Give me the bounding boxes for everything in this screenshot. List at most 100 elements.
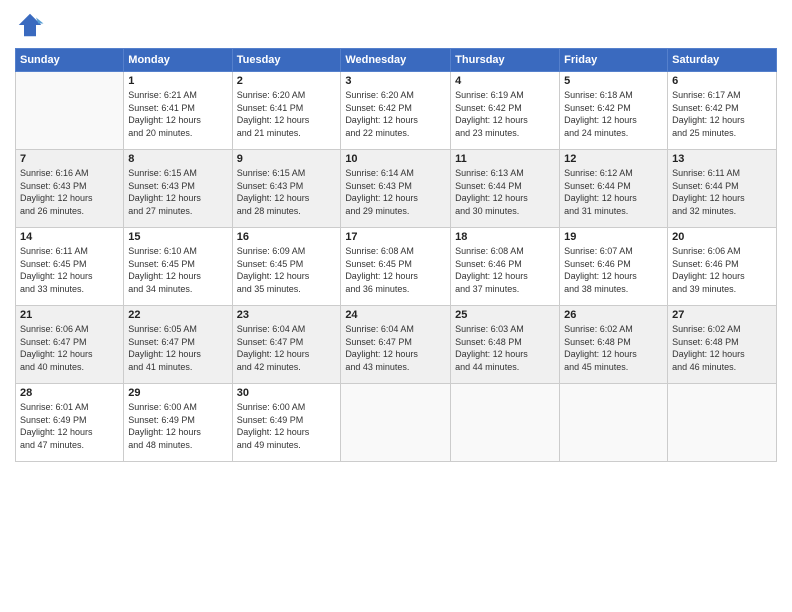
day-number: 16 <box>237 231 337 243</box>
day-info: Sunrise: 6:02 AM Sunset: 6:48 PM Dayligh… <box>672 323 772 373</box>
day-number: 26 <box>564 309 663 321</box>
day-number: 22 <box>128 309 227 321</box>
calendar-cell: 30 Sunrise: 6:00 AM Sunset: 6:49 PM Dayli… <box>232 384 341 462</box>
day-number: 18 <box>455 231 555 243</box>
day-info: Sunrise: 6:21 AM Sunset: 6:41 PM Dayligh… <box>128 89 227 139</box>
day-info: Sunrise: 6:06 AM Sunset: 6:46 PM Dayligh… <box>672 245 772 295</box>
week-row-2: 7Sunrise: 6:16 AM Sunset: 6:43 PM Daylig… <box>16 150 777 228</box>
day-info: Sunrise: 6:07 AM Sunset: 6:46 PM Dayligh… <box>564 245 663 295</box>
day-number: 11 <box>455 153 555 165</box>
day-number: 3 <box>345 75 446 87</box>
day-info: Sunrise: 6:10 AM Sunset: 6:45 PM Dayligh… <box>128 245 227 295</box>
calendar-table: SundayMondayTuesdayWednesdayThursdayFrid… <box>15 48 777 462</box>
day-number: 21 <box>20 309 119 321</box>
calendar-cell: 8 Sunrise: 6:15 AM Sunset: 6:43 PM Daylig… <box>124 150 232 228</box>
day-info: Sunrise: 6:14 AM Sunset: 6:43 PM Dayligh… <box>345 167 446 217</box>
calendar-cell <box>341 384 451 462</box>
day-info: Sunrise: 6:08 AM Sunset: 6:46 PM Dayligh… <box>455 245 555 295</box>
calendar-cell: 22Sunrise: 6:05 AM Sunset: 6:47 PM Dayli… <box>124 306 232 384</box>
day-number: 17 <box>345 231 446 243</box>
calendar-cell: 7Sunrise: 6:16 AM Sunset: 6:43 PM Daylig… <box>16 150 124 228</box>
day-number: 25 <box>455 309 555 321</box>
calendar-cell <box>668 384 777 462</box>
day-number: 29 <box>128 387 227 399</box>
calendar-cell: 11 Sunrise: 6:13 AM Sunset: 6:44 PM Dayli… <box>451 150 560 228</box>
logo <box>15 10 49 40</box>
header-cell-thursday: Thursday <box>451 49 560 72</box>
day-info: Sunrise: 6:04 AM Sunset: 6:47 PM Dayligh… <box>237 323 337 373</box>
calendar-cell: 3 Sunrise: 6:20 AM Sunset: 6:42 PM Daylig… <box>341 72 451 150</box>
day-info: Sunrise: 6:18 AM Sunset: 6:42 PM Dayligh… <box>564 89 663 139</box>
calendar-cell: 27 Sunrise: 6:02 AM Sunset: 6:48 PM Dayli… <box>668 306 777 384</box>
day-number: 6 <box>672 75 772 87</box>
day-number: 27 <box>672 309 772 321</box>
calendar-cell: 15Sunrise: 6:10 AM Sunset: 6:45 PM Dayli… <box>124 228 232 306</box>
calendar-cell: 2 Sunrise: 6:20 AM Sunset: 6:41 PM Daylig… <box>232 72 341 150</box>
calendar-cell: 4 Sunrise: 6:19 AM Sunset: 6:42 PM Daylig… <box>451 72 560 150</box>
calendar-cell: 19 Sunrise: 6:07 AM Sunset: 6:46 PM Dayli… <box>560 228 668 306</box>
week-row-5: 28 Sunrise: 6:01 AM Sunset: 6:49 PM Dayli… <box>16 384 777 462</box>
day-number: 14 <box>20 231 119 243</box>
day-number: 24 <box>345 309 446 321</box>
day-info: Sunrise: 6:09 AM Sunset: 6:45 PM Dayligh… <box>237 245 337 295</box>
header <box>15 10 777 40</box>
day-number: 5 <box>564 75 663 87</box>
day-number: 9 <box>237 153 337 165</box>
calendar-cell: 18 Sunrise: 6:08 AM Sunset: 6:46 PM Dayli… <box>451 228 560 306</box>
week-row-1: 1 Sunrise: 6:21 AM Sunset: 6:41 PM Daylig… <box>16 72 777 150</box>
day-number: 8 <box>128 153 227 165</box>
calendar-cell: 23Sunrise: 6:04 AM Sunset: 6:47 PM Dayli… <box>232 306 341 384</box>
calendar-cell: 1 Sunrise: 6:21 AM Sunset: 6:41 PM Daylig… <box>124 72 232 150</box>
calendar-cell: 6 Sunrise: 6:17 AM Sunset: 6:42 PM Daylig… <box>668 72 777 150</box>
calendar-cell: 9 Sunrise: 6:15 AM Sunset: 6:43 PM Daylig… <box>232 150 341 228</box>
calendar-cell: 20 Sunrise: 6:06 AM Sunset: 6:46 PM Dayli… <box>668 228 777 306</box>
day-info: Sunrise: 6:00 AM Sunset: 6:49 PM Dayligh… <box>128 401 227 451</box>
calendar-cell <box>451 384 560 462</box>
day-info: Sunrise: 6:13 AM Sunset: 6:44 PM Dayligh… <box>455 167 555 217</box>
day-number: 10 <box>345 153 446 165</box>
day-info: Sunrise: 6:08 AM Sunset: 6:45 PM Dayligh… <box>345 245 446 295</box>
day-number: 19 <box>564 231 663 243</box>
header-cell-sunday: Sunday <box>16 49 124 72</box>
day-info: Sunrise: 6:11 AM Sunset: 6:44 PM Dayligh… <box>672 167 772 217</box>
day-number: 13 <box>672 153 772 165</box>
day-info: Sunrise: 6:15 AM Sunset: 6:43 PM Dayligh… <box>128 167 227 217</box>
header-cell-friday: Friday <box>560 49 668 72</box>
calendar-cell: 26 Sunrise: 6:02 AM Sunset: 6:48 PM Dayli… <box>560 306 668 384</box>
calendar-cell: 25 Sunrise: 6:03 AM Sunset: 6:48 PM Dayli… <box>451 306 560 384</box>
day-info: Sunrise: 6:20 AM Sunset: 6:41 PM Dayligh… <box>237 89 337 139</box>
day-info: Sunrise: 6:12 AM Sunset: 6:44 PM Dayligh… <box>564 167 663 217</box>
calendar-cell: 16 Sunrise: 6:09 AM Sunset: 6:45 PM Dayli… <box>232 228 341 306</box>
day-number: 20 <box>672 231 772 243</box>
day-number: 1 <box>128 75 227 87</box>
day-info: Sunrise: 6:17 AM Sunset: 6:42 PM Dayligh… <box>672 89 772 139</box>
day-info: Sunrise: 6:02 AM Sunset: 6:48 PM Dayligh… <box>564 323 663 373</box>
day-info: Sunrise: 6:06 AM Sunset: 6:47 PM Dayligh… <box>20 323 119 373</box>
day-number: 7 <box>20 153 119 165</box>
week-row-3: 14 Sunrise: 6:11 AM Sunset: 6:45 PM Dayli… <box>16 228 777 306</box>
logo-icon <box>15 10 45 40</box>
header-cell-wednesday: Wednesday <box>341 49 451 72</box>
day-info: Sunrise: 6:01 AM Sunset: 6:49 PM Dayligh… <box>20 401 119 451</box>
day-number: 4 <box>455 75 555 87</box>
day-info: Sunrise: 6:20 AM Sunset: 6:42 PM Dayligh… <box>345 89 446 139</box>
header-row: SundayMondayTuesdayWednesdayThursdayFrid… <box>16 49 777 72</box>
day-number: 30 <box>237 387 337 399</box>
day-info: Sunrise: 6:00 AM Sunset: 6:49 PM Dayligh… <box>237 401 337 451</box>
calendar-cell <box>560 384 668 462</box>
day-info: Sunrise: 6:11 AM Sunset: 6:45 PM Dayligh… <box>20 245 119 295</box>
header-cell-tuesday: Tuesday <box>232 49 341 72</box>
day-info: Sunrise: 6:19 AM Sunset: 6:42 PM Dayligh… <box>455 89 555 139</box>
day-number: 2 <box>237 75 337 87</box>
calendar-cell <box>16 72 124 150</box>
week-row-4: 21 Sunrise: 6:06 AM Sunset: 6:47 PM Dayli… <box>16 306 777 384</box>
day-info: Sunrise: 6:15 AM Sunset: 6:43 PM Dayligh… <box>237 167 337 217</box>
header-cell-saturday: Saturday <box>668 49 777 72</box>
calendar-cell: 14 Sunrise: 6:11 AM Sunset: 6:45 PM Dayli… <box>16 228 124 306</box>
calendar-cell: 10 Sunrise: 6:14 AM Sunset: 6:43 PM Dayli… <box>341 150 451 228</box>
day-number: 28 <box>20 387 119 399</box>
calendar-cell: 28 Sunrise: 6:01 AM Sunset: 6:49 PM Dayli… <box>16 384 124 462</box>
day-info: Sunrise: 6:03 AM Sunset: 6:48 PM Dayligh… <box>455 323 555 373</box>
calendar-cell: 29 Sunrise: 6:00 AM Sunset: 6:49 PM Dayli… <box>124 384 232 462</box>
calendar-cell: 5 Sunrise: 6:18 AM Sunset: 6:42 PM Daylig… <box>560 72 668 150</box>
